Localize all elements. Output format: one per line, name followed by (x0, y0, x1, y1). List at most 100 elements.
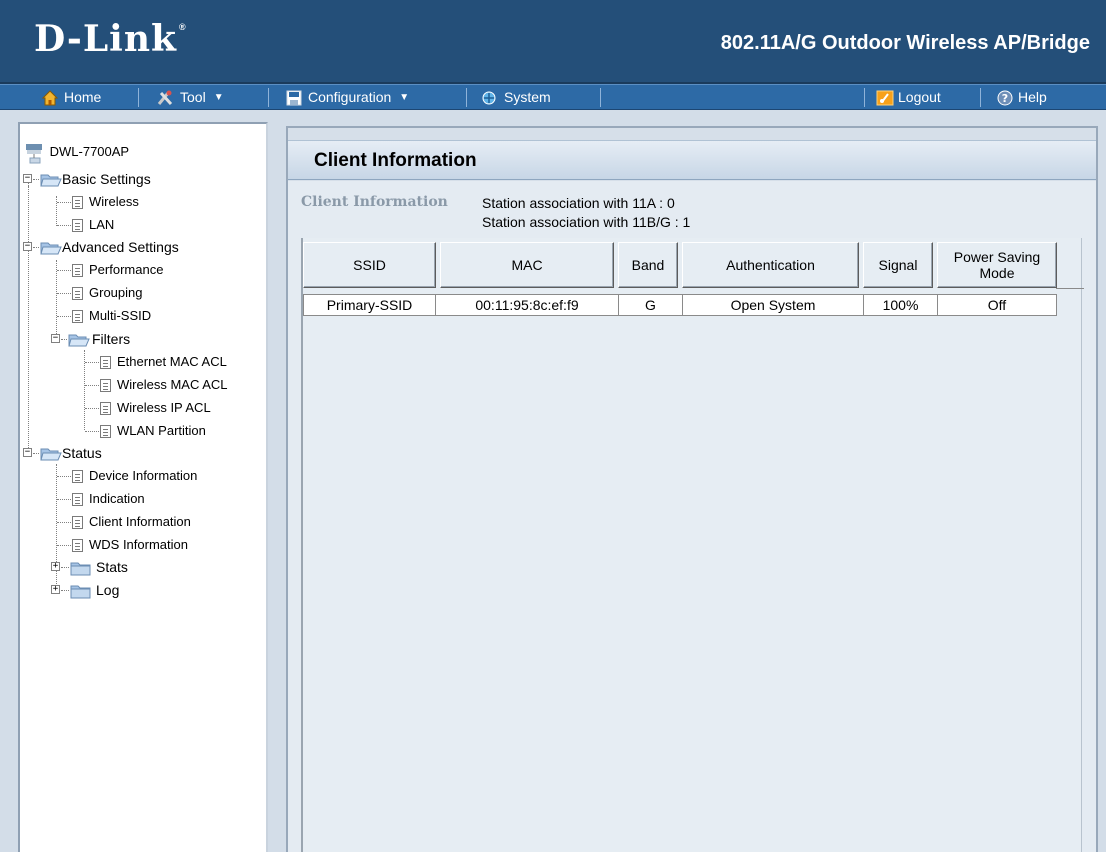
system-icon (482, 91, 496, 105)
tree-line (85, 431, 99, 432)
page-icon (100, 356, 111, 370)
folder-icon (70, 562, 91, 576)
tree-stats[interactable]: Stats (70, 558, 128, 576)
tree-line (57, 293, 71, 294)
menubar: Home Tool ▼ Configuration ▼ System Logout … (0, 84, 1106, 110)
tree-root[interactable]: DWL-7700AP (24, 142, 129, 164)
tree-expand-toggle[interactable]: + (51, 585, 60, 594)
tree-filters[interactable]: Filters (68, 330, 130, 348)
menu-help[interactable]: ? Help (992, 85, 1047, 109)
tree-line (33, 179, 39, 180)
tree-line (85, 385, 99, 386)
logout-icon (876, 90, 894, 106)
section-label: Client Information (301, 194, 448, 210)
tree-line (85, 362, 99, 363)
menu-home[interactable]: Home (38, 85, 101, 109)
app-header: D-Link ® 802.11A/G Outdoor Wireless AP/Br… (0, 0, 1106, 84)
column-header-mac: MAC (440, 242, 614, 288)
home-icon (42, 90, 58, 106)
tree-collapse-toggle[interactable]: − (51, 334, 60, 343)
page-icon (72, 310, 83, 324)
tree-basic-settings[interactable]: Basic Settings (40, 170, 151, 188)
help-icon: ? (997, 90, 1013, 106)
tree-collapse-toggle[interactable]: − (23, 448, 32, 457)
tree-log[interactable]: Log (70, 581, 119, 599)
cell-band: G (618, 294, 683, 316)
assoc-11a-text: Station association with 11A : 0 (482, 195, 675, 211)
tree-item-wlan-partition[interactable]: WLAN Partition (100, 422, 206, 440)
panel-titlebar: Client Information (288, 140, 1096, 180)
access-point-icon (26, 144, 42, 164)
column-header-authentication: Authentication (682, 242, 859, 288)
page-icon (72, 516, 83, 530)
tree-collapse-toggle[interactable]: − (23, 174, 32, 183)
product-name: 802.11A/G Outdoor Wireless AP/Bridge (720, 32, 1090, 54)
floppy-disk-icon (286, 90, 302, 106)
chevron-down-icon: ▼ (213, 92, 224, 104)
tree-item-multi-ssid[interactable]: Multi-SSID (72, 307, 151, 325)
table-rule (1056, 288, 1084, 289)
cell-power-saving-mode: Off (937, 294, 1057, 316)
menu-configuration[interactable]: Configuration ▼ (282, 85, 409, 109)
tree-item-indication[interactable]: Indication (72, 490, 145, 508)
tree-line (57, 499, 71, 500)
cell-authentication: Open System (682, 294, 864, 316)
tree-line (33, 453, 39, 454)
menu-separator (138, 88, 139, 107)
dlink-logo: D-Link ® (34, 18, 187, 60)
tree-item-wds-information[interactable]: WDS Information (72, 536, 188, 554)
menu-tool[interactable]: Tool ▼ (152, 85, 224, 109)
tree-item-device-information[interactable]: Device Information (72, 467, 197, 485)
tree-line (57, 476, 71, 477)
cell-mac: 00:11:95:8c:ef:f9 (435, 294, 619, 316)
tree-line (28, 186, 29, 452)
tree-line (33, 247, 39, 248)
tree-item-grouping[interactable]: Grouping (72, 284, 142, 302)
column-header-signal: Signal (863, 242, 933, 288)
page-icon (100, 402, 111, 416)
tree-line (57, 225, 71, 226)
page-icon (100, 425, 111, 439)
tree-line (56, 196, 57, 226)
folder-open-icon (40, 242, 62, 255)
tree-collapse-toggle[interactable]: − (23, 242, 32, 251)
chevron-down-icon: ▼ (399, 92, 410, 104)
page-icon (72, 539, 83, 553)
tree-item-wireless-ip-acl[interactable]: Wireless IP ACL (100, 399, 211, 417)
tree-item-wireless-mac-acl[interactable]: Wireless MAC ACL (100, 376, 228, 394)
menu-separator (268, 88, 269, 107)
cell-signal: 100% (863, 294, 938, 316)
tree-line (57, 545, 71, 546)
folder-open-icon (68, 334, 90, 347)
page-icon (72, 264, 83, 278)
tree-item-ethernet-mac-acl[interactable]: Ethernet MAC ACL (100, 353, 227, 371)
menu-system[interactable]: System (476, 85, 551, 109)
page-icon (72, 287, 83, 301)
assoc-11bg-text: Station association with 11B/G : 1 (482, 214, 691, 230)
menu-logout[interactable]: Logout (872, 85, 941, 109)
cell-ssid: Primary-SSID (303, 294, 436, 316)
tree-line (56, 260, 57, 342)
column-header-power-saving-mode: Power Saving Mode (937, 242, 1057, 288)
tree-line (61, 590, 69, 591)
tree-item-wireless[interactable]: Wireless (72, 193, 139, 211)
column-header-band: Band (618, 242, 678, 288)
tree-line (57, 270, 71, 271)
tool-icon (157, 90, 173, 106)
tree-expand-toggle[interactable]: + (51, 562, 60, 571)
page-icon (72, 493, 83, 507)
folder-open-icon (40, 174, 62, 187)
tree-line (61, 567, 69, 568)
menu-separator (864, 88, 865, 107)
tree-item-performance[interactable]: Performance (72, 261, 163, 279)
tree-advanced-settings[interactable]: Advanced Settings (40, 238, 179, 256)
tree-item-lan[interactable]: LAN (72, 216, 114, 234)
tree-line (61, 339, 67, 340)
tree-item-client-information[interactable]: Client Information (72, 513, 191, 531)
folder-icon (70, 585, 91, 599)
tree-line (57, 316, 71, 317)
page-icon (72, 196, 83, 210)
client-table-area (301, 238, 1082, 852)
tree-status[interactable]: Status (40, 444, 102, 462)
tree-line (56, 464, 57, 590)
